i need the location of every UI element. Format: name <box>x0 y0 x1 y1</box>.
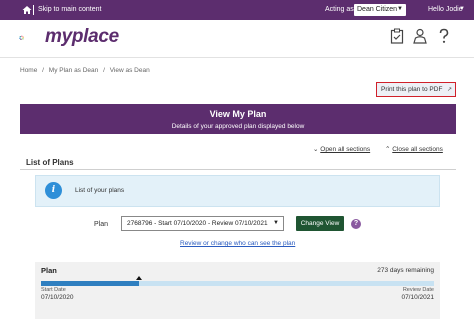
question-icon[interactable]: ? <box>351 219 361 229</box>
header-divider <box>0 57 474 58</box>
plan-select-label: Plan <box>94 221 109 228</box>
list-of-plans-heading: List of Plans <box>26 158 74 167</box>
section-divider <box>20 169 456 170</box>
view-plan-banner: View My Plan Details of your approved pl… <box>20 104 456 134</box>
close-all-label: Close all sections <box>392 146 443 153</box>
clipboard-icon[interactable] <box>390 28 404 44</box>
days-remaining: 273 days remaining <box>377 267 434 274</box>
start-date-label: Start Date <box>41 287 66 293</box>
page-title: View My Plan <box>209 109 267 119</box>
review-access-link[interactable]: Review or change who can see the plan <box>180 240 295 247</box>
chevron-down-icon: ▼ <box>397 6 403 12</box>
breadcrumb-separator: / <box>103 67 105 74</box>
review-date-value: 07/10/2021 <box>401 294 434 301</box>
chevron-down-icon[interactable]: ▼ <box>459 6 465 12</box>
info-text: List of your plans <box>75 187 125 194</box>
person-icon[interactable] <box>413 28 427 44</box>
external-link-icon: ↗ <box>446 87 452 93</box>
breadcrumb-current: View as Dean <box>109 67 150 74</box>
plan-progress-fill <box>41 281 140 286</box>
logo-text[interactable]: myplace <box>45 26 119 48</box>
print-plan-button[interactable]: Print this plan to PDF ↗ <box>376 82 456 97</box>
print-plan-label: Print this plan to PDF <box>381 86 443 93</box>
open-all-label: Open all sections <box>320 146 371 153</box>
acting-as-value: Dean Citizen <box>357 6 398 13</box>
breadcrumb: Home / My Plan as Dean / View as Dean <box>20 67 153 74</box>
plan-card: Plan 273 days remaining Start Date 07/10… <box>35 262 440 319</box>
close-all-sections-link[interactable]: ⌃ Close all sections <box>385 145 443 153</box>
plan-progress-track <box>41 276 434 286</box>
chevron-down-icon: ▼ <box>273 220 279 226</box>
breadcrumb-separator: / <box>42 67 44 74</box>
myplace-logo-icon[interactable] <box>19 26 43 50</box>
breadcrumb-my-plan[interactable]: My Plan as Dean <box>49 67 99 74</box>
user-greeting[interactable]: Hello Jodie <box>428 6 463 13</box>
acting-as-select[interactable]: Dean Citizen ▼ <box>354 4 406 16</box>
plan-card-title: Plan <box>41 266 57 275</box>
open-all-sections-link[interactable]: ⌄ Open all sections <box>313 145 370 153</box>
page-subtitle: Details of your approved plan displayed … <box>171 123 305 130</box>
divider <box>33 5 34 15</box>
skip-to-main-link[interactable]: Skip to main content <box>38 6 101 13</box>
acting-as-label: Acting as <box>325 6 354 13</box>
info-icon: i <box>45 182 62 199</box>
review-date-label: Review Date <box>402 287 434 293</box>
change-view-button[interactable]: Change View <box>296 216 344 231</box>
progress-marker-icon <box>136 276 143 280</box>
plan-select-value: 2768796 - Start 07/10/2020 - Review 07/1… <box>127 220 268 227</box>
breadcrumb-home[interactable]: Home <box>20 67 37 74</box>
start-date-value: 07/10/2020 <box>41 294 74 301</box>
help-icon[interactable] <box>437 28 451 44</box>
top-bar: Skip to main content Acting as Dean Citi… <box>0 0 474 20</box>
home-icon[interactable] <box>22 5 32 15</box>
plan-select[interactable]: 2768796 - Start 07/10/2020 - Review 07/1… <box>121 216 284 231</box>
